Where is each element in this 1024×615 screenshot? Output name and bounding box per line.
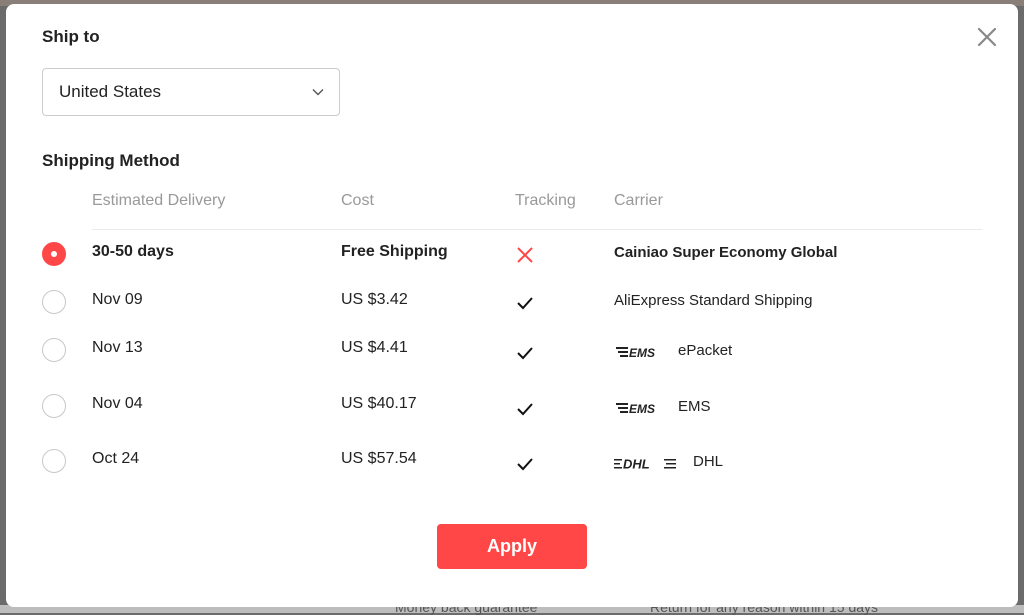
header-carrier: Carrier <box>614 192 663 209</box>
carrier-name: Cainiao Super Economy Global <box>614 244 838 261</box>
carrier-name: EMS <box>678 398 711 415</box>
carrier-name: DHL <box>693 453 724 470</box>
check-icon <box>517 347 533 360</box>
chevron-down-icon <box>312 89 324 96</box>
shipping-option-radio[interactable] <box>42 394 66 418</box>
delivery-estimate: Nov 09 <box>92 291 143 308</box>
shipping-option-radio[interactable] <box>42 242 66 266</box>
shipping-option-row[interactable]: 30-50 days Free Shipping Cainiao Super E… <box>6 234 1018 274</box>
shipping-option-row[interactable]: Nov 09 US $3.42 AliExpress Standard Ship… <box>6 282 1018 322</box>
check-icon <box>517 297 533 310</box>
ems-logo-text: EMS <box>629 402 655 415</box>
check-icon <box>517 403 533 416</box>
ems-logo-icon: EMS <box>616 402 655 415</box>
shipping-cost: Free Shipping <box>341 243 448 260</box>
header-estimated-delivery: Estimated Delivery <box>92 192 226 209</box>
shipping-cost: US $3.42 <box>341 291 408 308</box>
close-icon <box>977 27 997 47</box>
shipping-modal: Ship to United States Shipping Method Es… <box>6 4 1018 607</box>
shipping-option-row[interactable]: Oct 24 US $57.54 DHL DHL <box>6 441 1018 481</box>
shipping-cost: US $57.54 <box>341 450 417 467</box>
country-dropdown-value: United States <box>59 82 162 101</box>
delivery-estimate: 30-50 days <box>92 243 174 260</box>
ems-logo-icon: EMS <box>616 346 655 359</box>
shipping-option-row[interactable]: Nov 04 US $40.17 EMS EMS <box>6 386 1018 426</box>
close-button[interactable] <box>974 24 1000 50</box>
carrier-name: ePacket <box>678 342 733 359</box>
dhl-logo-text: DHL <box>623 457 650 471</box>
delivery-estimate: Nov 13 <box>92 339 143 356</box>
apply-button[interactable]: Apply <box>437 524 587 569</box>
delivery-estimate: Oct 24 <box>92 450 140 467</box>
shipping-cost: US $4.41 <box>341 339 408 356</box>
check-icon <box>517 458 533 471</box>
shipping-method-heading: Shipping Method <box>42 151 180 170</box>
carrier-name: AliExpress Standard Shipping <box>614 292 813 309</box>
cross-icon <box>517 247 533 263</box>
header-cost: Cost <box>341 192 374 209</box>
header-tracking: Tracking <box>515 192 576 209</box>
dhl-logo-icon: DHL <box>614 457 676 471</box>
ship-to-heading: Ship to <box>42 27 100 46</box>
country-dropdown[interactable]: United States <box>42 68 340 116</box>
delivery-estimate: Nov 04 <box>92 395 143 412</box>
shipping-option-radio[interactable] <box>42 338 66 362</box>
shipping-option-radio[interactable] <box>42 449 66 473</box>
shipping-option-row[interactable]: Nov 13 US $4.41 EMS ePacket <box>6 330 1018 370</box>
ems-logo-text: EMS <box>629 346 655 359</box>
header-divider <box>92 229 982 230</box>
shipping-option-radio[interactable] <box>42 290 66 314</box>
shipping-cost: US $40.17 <box>341 395 417 412</box>
